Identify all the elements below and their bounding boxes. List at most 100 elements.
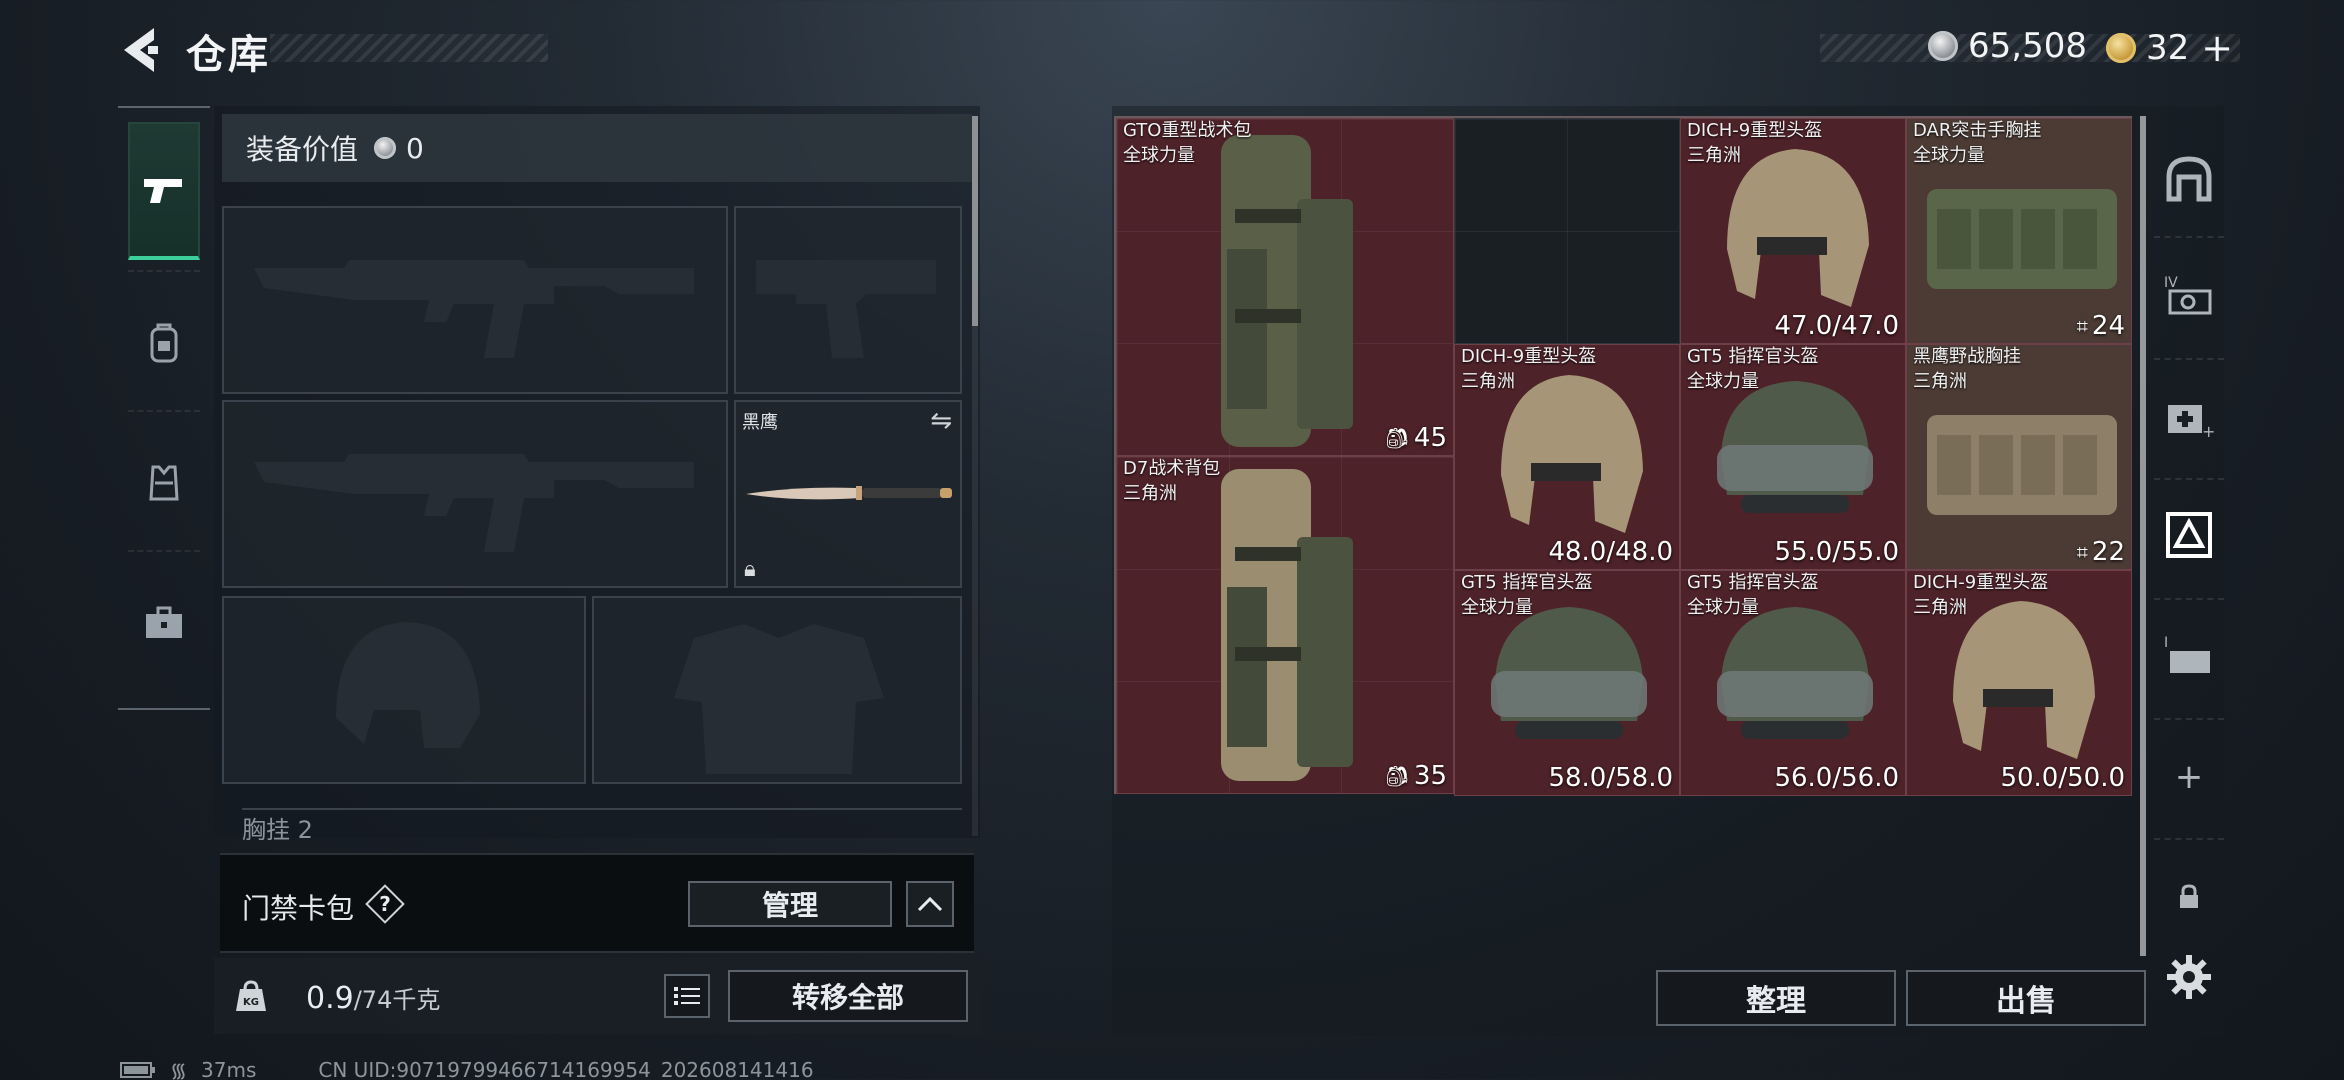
tab-toolbox[interactable]	[128, 558, 200, 688]
item-origin: 三角洲	[1123, 483, 1177, 504]
storage-item-gto-backpack[interactable]: GTO重型战术包 全球力量 🎒︎ 45	[1116, 118, 1454, 456]
manage-button[interactable]: 管理	[688, 881, 892, 927]
sidearm-slot[interactable]	[734, 206, 962, 394]
item-durability: 58.0/58.0	[1548, 763, 1673, 793]
tab-armor[interactable]	[128, 278, 200, 408]
keycard-pouch-label: 门禁卡包	[242, 892, 355, 925]
item-origin: 全球力量	[1913, 145, 1985, 166]
loadout-panel: 装备价值 0 黑鹰 ⇋ 🔒︎	[214, 106, 980, 838]
secondary-weapon-slot[interactable]	[222, 400, 728, 588]
status-bar: ᯾ 37ms CN UID:90719799466714169954_20260…	[120, 1056, 814, 1080]
settings-icon[interactable]	[2162, 950, 2216, 1004]
silver-coin-icon	[374, 137, 397, 159]
bag-icon: 🎒︎	[1384, 426, 1410, 450]
primary-weapon-slot[interactable]	[222, 206, 728, 394]
storage-icon[interactable]	[2162, 152, 2216, 206]
backpack-item-icon	[1221, 135, 1353, 447]
storage-item-dich9-helmet[interactable]: DICH-9重型头盔 三角洲 47.0/47.0	[1680, 118, 1906, 344]
current-weight: 0.9	[306, 981, 354, 1016]
storage-item-blackhawk-chest-rig[interactable]: 黑鹰野战胸挂 三角洲 ⌗ 22	[1906, 344, 2132, 570]
equipment-value: 0	[406, 131, 424, 165]
list-view-button[interactable]	[664, 974, 710, 1018]
loadout-scroll-thumb[interactable]	[972, 116, 978, 326]
storage-item-d7-backpack[interactable]: D7战术背包 三角洲 🎒︎ 35	[1116, 456, 1454, 794]
back-arrow-icon	[124, 28, 158, 72]
item-durability: 47.0/47.0	[1774, 311, 1899, 341]
tier-i-icon[interactable]: I	[2162, 628, 2216, 682]
add-icon[interactable]: +	[2162, 750, 2216, 804]
tab-weapons[interactable]	[128, 122, 200, 260]
transfer-all-button[interactable]: 转移全部	[728, 970, 968, 1022]
storage-item-gt5-helmet[interactable]: GT5 指挥官头盔 全球力量 58.0/58.0	[1454, 570, 1680, 796]
gold-coin-icon	[2106, 33, 2136, 63]
item-name: GTO重型战术包	[1123, 120, 1252, 141]
tab-vest[interactable]	[128, 418, 200, 548]
exchange-icon[interactable]	[2162, 508, 2216, 562]
pistol-silhouette-icon	[756, 260, 936, 358]
item-name: DICH-9重型头盔	[1687, 120, 1823, 141]
help-icon[interactable]: ?	[366, 885, 404, 923]
chest-rig-slot-label: 胸挂 2	[242, 808, 962, 840]
storage-item-dich9-helmet[interactable]: DICH-9重型头盔 三角洲 48.0/48.0	[1454, 344, 1680, 570]
item-name: DICH-9重型头盔	[1913, 572, 2049, 593]
silver-currency: 65,508	[1928, 26, 2087, 66]
weight-bar: KG 0.9/74千克 转移全部	[214, 958, 982, 1034]
body-armor-slot[interactable]	[592, 596, 962, 784]
item-origin: 全球力量	[1461, 597, 1533, 618]
gold-currency[interactable]: 32 +	[2106, 26, 2233, 70]
item-name: GT5 指挥官头盔	[1687, 572, 1819, 593]
lock-icon: 🔒︎	[744, 557, 756, 582]
melee-slot[interactable]: 黑鹰 ⇋ 🔒︎	[734, 400, 962, 588]
wifi-icon: ᯾	[170, 1058, 188, 1080]
item-origin: 三角洲	[1913, 371, 1967, 392]
page-title: 仓库	[186, 32, 270, 78]
back-button[interactable]	[118, 22, 162, 78]
armor-silhouette-icon	[674, 624, 884, 774]
storage-item-dar-chest-rig[interactable]: DAR突击手胸挂 全球力量 ⌗ 24	[1906, 118, 2132, 344]
equipment-value-label: 装备价值	[246, 133, 359, 166]
item-origin: 三角洲	[1687, 145, 1741, 166]
keycard-pouch-bar: 门禁卡包 ? 管理	[220, 853, 974, 953]
pistol-icon	[144, 179, 182, 203]
sort-button[interactable]: 整理	[1656, 970, 1896, 1026]
item-origin: 全球力量	[1687, 371, 1759, 392]
sell-button[interactable]: 出售	[1906, 970, 2146, 1026]
storage-item-dich9-helmet[interactable]: DICH-9重型头盔 三角洲 50.0/50.0	[1906, 570, 2132, 796]
medkit-add-icon[interactable]: +	[2162, 390, 2216, 444]
category-tabs	[118, 106, 210, 710]
battery-icon	[120, 1061, 155, 1078]
item-durability: 48.0/48.0	[1548, 537, 1673, 567]
helmet-slot[interactable]	[222, 596, 586, 784]
knife-icon	[746, 486, 952, 500]
storage-item-gt5-helmet[interactable]: GT5 指挥官头盔 全球力量 55.0/55.0	[1680, 344, 1906, 570]
vest-icon	[149, 465, 179, 501]
svg-text:I: I	[2164, 635, 2168, 651]
silver-amount: 65,508	[1968, 26, 2087, 66]
bag-icon: 🎒︎	[1384, 764, 1410, 788]
backpack-icon	[150, 323, 178, 363]
storage-grid: GTO重型战术包 全球力量 🎒︎ 45 D7战术背包 三角洲 🎒︎ 35 DICH-…	[1114, 116, 2132, 796]
item-origin: 三角洲	[1461, 371, 1515, 392]
item-durability: 55.0/55.0	[1774, 537, 1899, 567]
rifle-silhouette-icon	[254, 260, 694, 358]
max-weight: /74千克	[353, 986, 441, 1014]
silver-coin-icon	[1928, 31, 1958, 61]
ping: 37ms	[201, 1057, 257, 1080]
item-name: GT5 指挥官头盔	[1461, 572, 1593, 593]
svg-text:IV: IV	[2164, 275, 2178, 291]
gold-add-icon[interactable]: +	[2201, 26, 2233, 70]
storage-item-gt5-helmet[interactable]: GT5 指挥官头盔 全球力量 56.0/56.0	[1680, 570, 1906, 796]
rifle-silhouette-icon	[254, 454, 694, 552]
backpack-item-icon	[1221, 469, 1353, 781]
weight-readout: 0.9/74千克	[306, 980, 440, 1016]
storage-scrollbar[interactable]	[2140, 116, 2146, 956]
item-name: 黑鹰野战胸挂	[1913, 346, 2021, 367]
item-name: DICH-9重型头盔	[1461, 346, 1597, 367]
tier-iv-icon[interactable]: IV	[2162, 268, 2216, 322]
weight-icon: KG	[222, 964, 280, 1028]
collapse-button[interactable]	[906, 881, 954, 927]
empty-storage-slot[interactable]	[1454, 118, 1680, 344]
item-capacity: 🎒︎ 35	[1384, 761, 1447, 791]
lock-icon[interactable]	[2162, 870, 2216, 924]
item-origin: 全球力量	[1687, 597, 1759, 618]
